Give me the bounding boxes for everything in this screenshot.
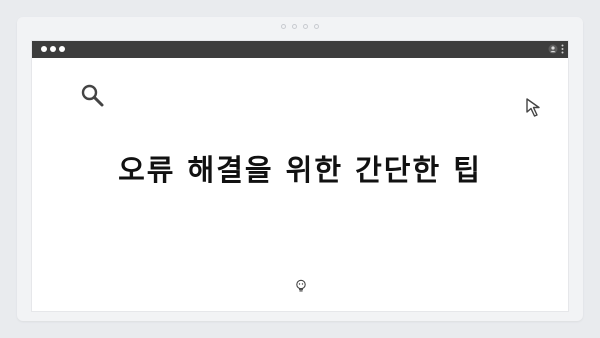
lightbulb-icon [296, 279, 306, 292]
titlebar-icons [548, 44, 564, 54]
canvas-area: 오류 해결을 위한 간단한 팁 [32, 58, 568, 311]
cursor-arrow-icon [526, 98, 540, 117]
browser-window: 오류 해결을 위한 간단한 팁 [32, 41, 568, 311]
close-window-button[interactable] [41, 46, 47, 52]
search-icon [81, 84, 104, 107]
zoom-window-button[interactable] [59, 46, 65, 52]
page-dot[interactable] [314, 24, 319, 29]
frame-page-dots [17, 24, 583, 29]
page-dot[interactable] [281, 24, 286, 29]
minimize-window-button[interactable] [50, 46, 56, 52]
page-dot[interactable] [303, 24, 308, 29]
window-titlebar [32, 41, 568, 58]
window-controls [41, 46, 65, 52]
user-icon[interactable] [548, 44, 558, 54]
page-title: 오류 해결을 위한 간단한 팁 [118, 153, 482, 187]
kebab-menu-icon[interactable] [561, 44, 564, 54]
page-dot[interactable] [292, 24, 297, 29]
